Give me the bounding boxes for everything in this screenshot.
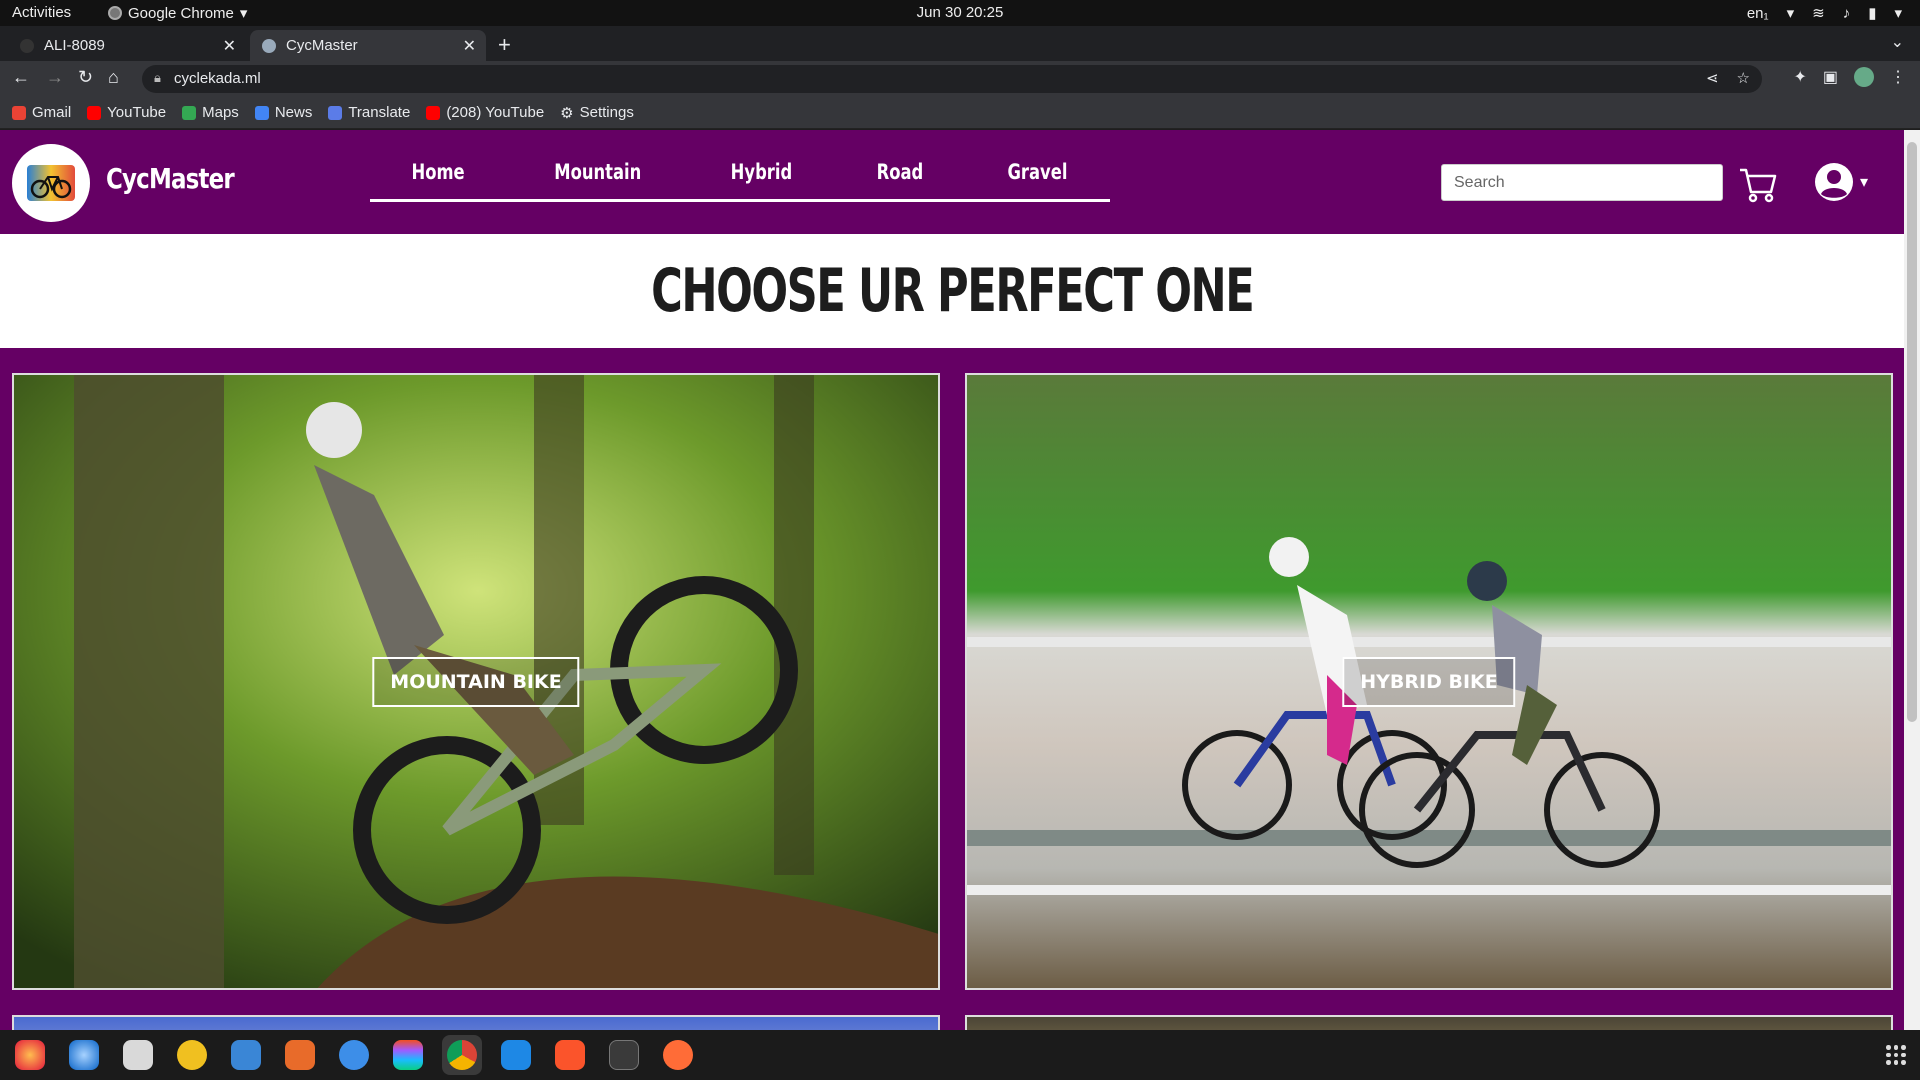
extensions-icon[interactable]: ✦ — [1793, 67, 1806, 87]
github-icon — [20, 38, 34, 53]
thunderbird-icon[interactable] — [64, 1035, 104, 1075]
tab-title: ALI-8089 — [44, 37, 105, 54]
nav-hybrid[interactable]: Hybrid — [731, 160, 793, 184]
menu-kebab-icon[interactable]: ⋮ — [1890, 67, 1906, 87]
bookmark-label: Gmail — [32, 104, 72, 121]
tab-ali-8089[interactable]: ALI-8089 ✕ — [8, 30, 246, 61]
hybrid-bike-card[interactable]: HYBRID BIKE — [965, 373, 1893, 990]
new-tab-button[interactable]: + — [498, 32, 511, 58]
software-icon[interactable] — [280, 1035, 320, 1075]
tab-cycmaster[interactable]: CycMaster ✕ — [250, 30, 486, 61]
battery-icon: ▮ — [1868, 5, 1877, 22]
gear-icon: ⚙ — [560, 104, 574, 122]
terminal-icon[interactable] — [604, 1035, 644, 1075]
close-icon[interactable]: ✕ — [223, 36, 236, 56]
site-favicon-icon — [262, 38, 276, 53]
url-text: cyclekada.ml — [174, 70, 261, 87]
close-icon[interactable]: ✕ — [463, 36, 476, 56]
chrome-icon[interactable] — [442, 1035, 482, 1075]
writer-icon[interactable] — [226, 1035, 266, 1075]
user-circle-icon — [1815, 163, 1853, 201]
page-viewport: CycMaster Home Mountain Hybrid Road Grav… — [0, 130, 1920, 1030]
user-menu[interactable]: ▾ — [1814, 162, 1868, 202]
home-button[interactable]: ⌂ — [108, 67, 119, 88]
side-panel-icon[interactable]: ▣ — [1823, 67, 1838, 87]
chevron-down-icon: ▾ — [1786, 5, 1795, 22]
lock-icon[interactable]: 🔒︎ — [154, 70, 161, 86]
page-headline: CHOOSE UR PERFECT ONE — [650, 256, 1255, 326]
nav-home[interactable]: Home — [412, 160, 465, 184]
nav-mountain[interactable]: Mountain — [554, 160, 641, 184]
bookmark-translate[interactable]: Translate — [328, 104, 410, 121]
translate-icon — [328, 105, 343, 120]
scrollbar-thumb[interactable] — [1907, 142, 1917, 722]
bookmark-label: Translate — [348, 104, 411, 121]
bookmark-gmail[interactable]: Gmail — [12, 104, 71, 121]
youtube-icon — [426, 105, 441, 120]
figma-icon[interactable] — [388, 1035, 428, 1075]
system-tray[interactable]: en₁ ▾ ≋ ♪ ▮ ▾ — [1747, 4, 1902, 23]
cart-icon[interactable] — [1738, 164, 1778, 204]
gravel-bike-card-partial[interactable] — [965, 1015, 1893, 1030]
bookmarks-bar: Gmail YouTube Maps News Translate (208) … — [0, 97, 1920, 129]
bicycle-logo-icon — [27, 165, 75, 201]
tab-strip: ALI-8089 ✕ CycMaster ✕ + ⌄ — [0, 26, 1920, 61]
address-bar[interactable]: 🔒︎ cyclekada.ml ⋖ ☆ — [142, 65, 1762, 93]
maps-icon — [182, 105, 197, 120]
site-logo[interactable] — [12, 144, 90, 222]
system-top-bar: Activities Google Chrome ▾ Jun 30 20:25 … — [0, 0, 1920, 26]
wifi-icon: ≋ — [1812, 5, 1825, 22]
bookmark-star-icon[interactable]: ☆ — [1737, 69, 1750, 87]
main-nav: Home Mountain Hybrid Road Gravel — [370, 160, 1110, 202]
site-navbar: CycMaster Home Mountain Hybrid Road Grav… — [0, 130, 1904, 234]
mountain-bike-card[interactable]: MOUNTAIN BIKE — [12, 373, 940, 990]
share-icon[interactable]: ⋖ — [1706, 69, 1719, 87]
nav-road[interactable]: Road — [876, 160, 923, 184]
browser-toolbar: ← → ↻ ⌂ 🔒︎ cyclekada.ml ⋖ ☆ ✦ ▣ ⋮ — [0, 61, 1920, 97]
bookmark-maps[interactable]: Maps — [182, 104, 239, 121]
keyboard-layout[interactable]: en₁ — [1747, 5, 1769, 22]
gmail-icon — [12, 105, 26, 120]
back-button[interactable]: ← — [12, 67, 30, 88]
vscode-icon[interactable] — [496, 1035, 536, 1075]
help-icon[interactable] — [334, 1035, 374, 1075]
brand-name[interactable]: CycMaster — [106, 162, 235, 195]
bookmark-label: Settings — [579, 104, 634, 121]
news-icon — [254, 105, 269, 120]
postman-icon[interactable] — [658, 1035, 698, 1075]
bookmark-label: Maps — [202, 104, 239, 121]
tab-search-button[interactable]: ⌄ — [1891, 32, 1904, 52]
bookmark-youtube[interactable]: YouTube — [87, 104, 166, 121]
bookmark-settings[interactable]: ⚙ Settings — [560, 104, 634, 122]
clock[interactable]: Jun 30 20:25 — [0, 4, 1920, 21]
tab-title: CycMaster — [286, 37, 358, 54]
reload-button[interactable]: ↻ — [78, 67, 93, 88]
mountain-bike-label[interactable]: MOUNTAIN BIKE — [372, 656, 580, 707]
nav-gravel[interactable]: Gravel — [1007, 160, 1067, 184]
volume-icon: ♪ — [1842, 4, 1851, 22]
page-scrollbar[interactable] — [1904, 130, 1920, 1030]
rhythmbox-icon[interactable] — [172, 1035, 212, 1075]
chevron-down-icon: ▾ — [1894, 5, 1902, 22]
caret-down-icon: ▾ — [1860, 174, 1869, 191]
show-apps-icon[interactable] — [1886, 1045, 1906, 1065]
bookmark-label: News — [274, 104, 313, 121]
forward-button[interactable]: → — [46, 67, 64, 88]
bookmark-youtube-208[interactable]: (208) YouTube — [426, 104, 544, 121]
firefox-icon[interactable] — [10, 1035, 50, 1075]
taskbar — [0, 1030, 1920, 1080]
brave-icon[interactable] — [550, 1035, 590, 1075]
files-icon[interactable] — [118, 1035, 158, 1075]
headline-band: CHOOSE UR PERFECT ONE — [0, 234, 1904, 348]
bookmark-label: YouTube — [107, 104, 167, 121]
bookmark-news[interactable]: News — [254, 104, 313, 121]
hybrid-bike-label[interactable]: HYBRID BIKE — [1342, 656, 1516, 707]
bookmark-label: (208) YouTube — [446, 104, 545, 121]
road-bike-card-partial[interactable] — [12, 1015, 940, 1030]
youtube-icon — [87, 105, 102, 120]
search-input[interactable] — [1441, 164, 1723, 201]
profile-avatar[interactable] — [1854, 67, 1874, 87]
